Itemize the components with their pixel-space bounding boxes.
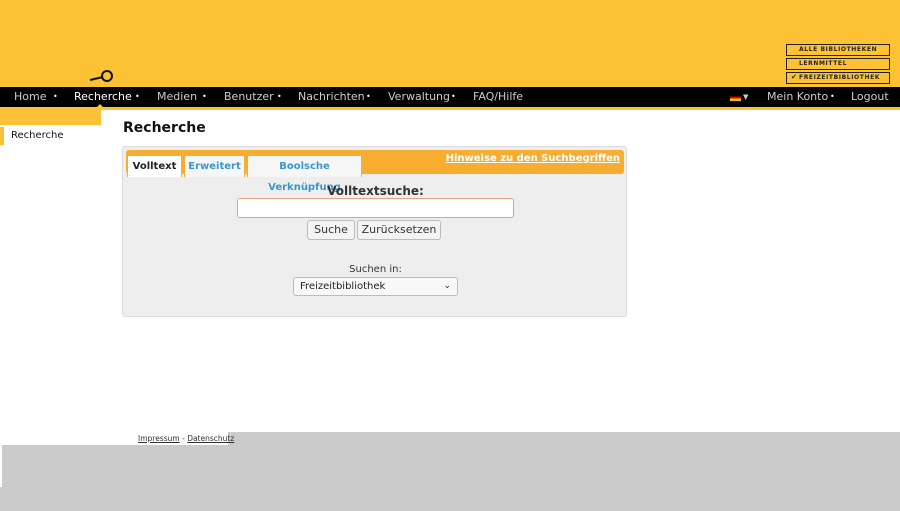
- nav-verwaltung[interactable]: Verwaltung: [388, 87, 450, 107]
- chevron-down-icon[interactable]: ▼: [743, 87, 748, 107]
- select-value: Freizeitbibliothek: [300, 281, 386, 292]
- magnifier-logo-icon: [89, 70, 113, 82]
- library-label: LERNMITTEL: [799, 60, 848, 67]
- library-selector: ALLE BIBLIOTHEKEN LERNMITTEL ✔ FREIZEITBI…: [786, 44, 890, 86]
- chevron-down-icon: ⌄: [443, 281, 451, 291]
- nav-benutzer[interactable]: Benutzer: [224, 87, 274, 107]
- footer-separator: -: [182, 434, 185, 443]
- library-scope-select[interactable]: Freizeitbibliothek ⌄: [293, 277, 458, 296]
- checkmark-icon: ✔: [791, 73, 798, 81]
- nav-underline: [0, 107, 900, 110]
- header: ALLE BIBLIOTHEKEN LERNMITTEL ✔ FREIZEITBI…: [0, 0, 900, 87]
- nav-faq-hilfe[interactable]: FAQ/Hilfe: [473, 87, 523, 107]
- nav-separator: •: [830, 92, 835, 101]
- nav-home[interactable]: Home: [14, 87, 46, 107]
- footer: Impressum - Datenschutz: [0, 432, 900, 511]
- nav-separator: •: [53, 92, 58, 101]
- sidebar-header-bar: [0, 107, 101, 125]
- search-button[interactable]: Suche: [307, 220, 355, 240]
- nav-separator: •: [135, 92, 140, 101]
- nav-logout[interactable]: Logout: [851, 87, 889, 107]
- search-panel: Volltext Erweitert Boolsche Verknüpfung …: [122, 146, 627, 317]
- library-label: FREIZEITBIBLIOTHEK: [799, 74, 881, 81]
- library-alle-bibliotheken[interactable]: ALLE BIBLIOTHEKEN: [786, 44, 890, 56]
- nav-separator: •: [366, 92, 371, 101]
- active-nav-indicator: [96, 104, 104, 108]
- impressum-link[interactable]: Impressum: [138, 434, 180, 443]
- search-hints-link[interactable]: Hinweise zu den Suchbegriffen: [446, 153, 620, 164]
- nav-separator: •: [451, 92, 456, 101]
- fulltext-label: Volltextsuche:: [327, 184, 424, 198]
- scope-label: Suchen in:: [349, 264, 402, 275]
- tab-bar: Volltext Erweitert Boolsche Verknüpfung …: [126, 150, 624, 193]
- sidebar-item-recherche[interactable]: Recherche: [0, 127, 100, 145]
- nav-medien[interactable]: Medien: [157, 87, 197, 107]
- tab-boolsche-verknuepfung[interactable]: Boolsche Verknüpfung: [247, 155, 362, 193]
- nav-nachrichten[interactable]: Nachrichten: [298, 87, 365, 107]
- library-freizeitbibliothek[interactable]: ✔ FREIZEITBIBLIOTHEK: [786, 72, 890, 84]
- library-label: ALLE BIBLIOTHEKEN: [799, 46, 878, 53]
- footer-links: Impressum - Datenschutz: [138, 434, 234, 443]
- reset-button[interactable]: Zurücksetzen: [357, 220, 441, 240]
- nav-separator: •: [202, 92, 207, 101]
- main-nav: Home • Recherche • Medien • Benutzer • N…: [0, 87, 900, 107]
- page-title: Recherche: [123, 120, 206, 136]
- tab-erweitert[interactable]: Erweitert: [184, 155, 245, 177]
- tab-volltext[interactable]: Volltext: [127, 155, 182, 177]
- library-lernmittel[interactable]: LERNMITTEL: [786, 58, 890, 70]
- nav-separator: •: [277, 92, 282, 101]
- datenschutz-link[interactable]: Datenschutz: [187, 434, 234, 443]
- fulltext-search-input[interactable]: [237, 198, 514, 218]
- nav-mein-konto[interactable]: Mein Konto: [767, 87, 828, 107]
- german-flag-icon[interactable]: [730, 94, 741, 101]
